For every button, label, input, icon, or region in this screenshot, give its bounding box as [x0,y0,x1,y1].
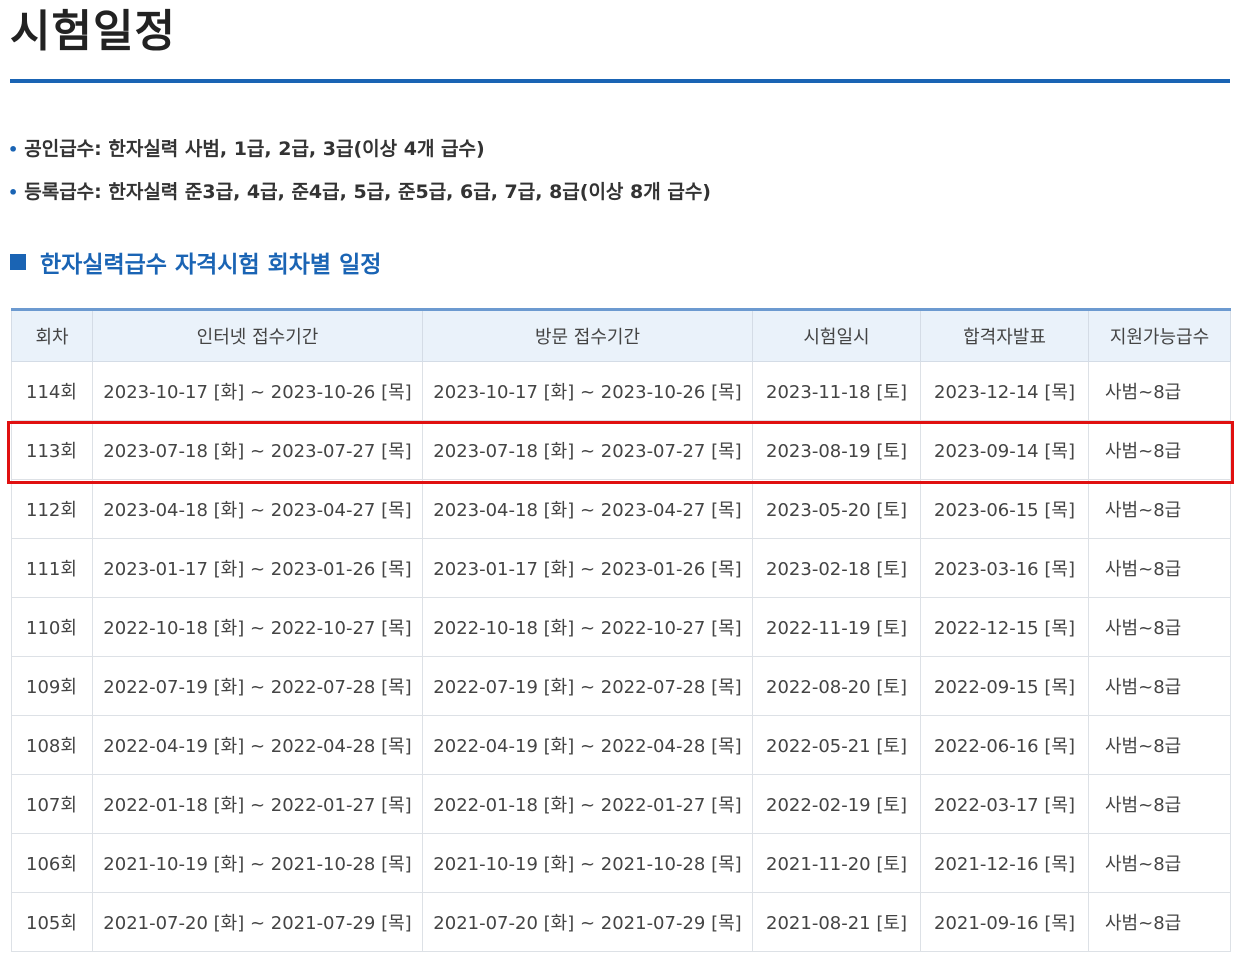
cell-exam-date: 2023-02-18 [토] [752,538,921,598]
cell-exam-date: 2022-05-21 [토] [752,715,921,775]
cell-grades: 사범~8급 [1088,774,1231,834]
cell-round: 108회 [11,715,93,775]
cell-exam-date: 2022-02-19 [토] [752,774,921,834]
header-round: 회차 [11,308,93,362]
cell-online-period: 2021-10-19 [화] ~ 2021-10-28 [목] [92,833,423,893]
header-visit-period: 방문 접수기간 [422,308,753,362]
header-result-date: 합격자발표 [920,308,1089,362]
header-exam-date: 시험일시 [752,308,921,362]
page-title: 시험일정 [10,6,176,57]
cell-online-period: 2023-10-17 [화] ~ 2023-10-26 [목] [92,361,423,421]
cell-exam-date: 2022-08-20 [토] [752,656,921,716]
cell-visit-period: 2022-10-18 [화] ~ 2022-10-27 [목] [422,597,753,657]
cell-round: 112회 [11,479,93,539]
table-row: 113회 2023-07-18 [화] ~ 2023-07-27 [목] 2023-… [11,420,1231,480]
cell-result-date: 2023-09-14 [목] [920,420,1089,480]
cell-online-period: 2021-07-20 [화] ~ 2021-07-29 [목] [92,892,423,952]
title-divider [10,79,1230,83]
section-heading: 한자실력급수 자격시험 회차별 일정 [10,245,381,279]
cell-round: 106회 [11,833,93,893]
cell-result-date: 2022-03-17 [목] [920,774,1089,834]
cell-result-date: 2022-09-15 [목] [920,656,1089,716]
square-bullet-icon [10,254,26,270]
cell-exam-date: 2021-11-20 [토] [752,833,921,893]
cell-online-period: 2023-07-18 [화] ~ 2023-07-27 [목] [92,420,423,480]
cell-round: 111회 [11,538,93,598]
cell-grades: 사범~8급 [1088,597,1231,657]
bullet-icon: • [8,183,19,202]
table-row: 110회 2022-10-18 [화] ~ 2022-10-27 [목] 2022-… [11,597,1231,657]
cell-grades: 사범~8급 [1088,833,1231,893]
cell-round: 109회 [11,656,93,716]
cell-visit-period: 2023-01-17 [화] ~ 2023-01-26 [목] [422,538,753,598]
header-online-period: 인터넷 접수기간 [92,308,423,362]
cell-visit-period: 2021-10-19 [화] ~ 2021-10-28 [목] [422,833,753,893]
cell-grades: 사범~8급 [1088,715,1231,775]
cell-result-date: 2022-06-16 [목] [920,715,1089,775]
cell-result-date: 2023-06-15 [목] [920,479,1089,539]
cell-visit-period: 2022-04-19 [화] ~ 2022-04-28 [목] [422,715,753,775]
cell-round: 107회 [11,774,93,834]
section-title: 한자실력급수 자격시험 회차별 일정 [40,252,382,278]
cell-grades: 사범~8급 [1088,420,1231,480]
cell-visit-period: 2023-07-18 [화] ~ 2023-07-27 [목] [422,420,753,480]
table-row: 108회 2022-04-19 [화] ~ 2022-04-28 [목] 2022-… [11,715,1231,775]
cell-visit-period: 2023-10-17 [화] ~ 2023-10-26 [목] [422,361,753,421]
cell-result-date: 2023-12-14 [목] [920,361,1089,421]
cell-online-period: 2022-10-18 [화] ~ 2022-10-27 [목] [92,597,423,657]
bullet-icon: • [8,140,19,159]
cell-grades: 사범~8급 [1088,479,1231,539]
cell-grades: 사범~8급 [1088,538,1231,598]
cell-online-period: 2022-01-18 [화] ~ 2022-01-27 [목] [92,774,423,834]
cell-online-period: 2023-01-17 [화] ~ 2023-01-26 [목] [92,538,423,598]
info-text: 등록급수: 한자실력 준3급, 4급, 준4급, 5급, 준5급, 6급, 7급… [24,181,711,203]
table-body: 114회 2023-10-17 [화] ~ 2023-10-26 [목] 2023-… [11,361,1231,952]
cell-grades: 사범~8급 [1088,892,1231,952]
cell-exam-date: 2021-08-21 [토] [752,892,921,952]
cell-exam-date: 2023-08-19 [토] [752,420,921,480]
table-header-row: 회차 인터넷 접수기간 방문 접수기간 시험일시 합격자발표 지원가능급수 [11,308,1231,362]
cell-visit-period: 2021-07-20 [화] ~ 2021-07-29 [목] [422,892,753,952]
table-row: 114회 2023-10-17 [화] ~ 2023-10-26 [목] 2023-… [11,361,1231,421]
cell-visit-period: 2022-01-18 [화] ~ 2022-01-27 [목] [422,774,753,834]
info-text: 공인급수: 한자실력 사범, 1급, 2급, 3급(이상 4개 급수) [24,138,485,160]
cell-online-period: 2022-07-19 [화] ~ 2022-07-28 [목] [92,656,423,716]
table-row: 106회 2021-10-19 [화] ~ 2021-10-28 [목] 2021-… [11,833,1231,893]
cell-round: 114회 [11,361,93,421]
table-row: 112회 2023-04-18 [화] ~ 2023-04-27 [목] 2023-… [11,479,1231,539]
header-grades: 지원가능급수 [1088,308,1231,362]
grade-info-list: • 공인급수: 한자실력 사범, 1급, 2급, 3급(이상 4개 급수) • 등록… [8,128,711,214]
info-item-registered: • 등록급수: 한자실력 준3급, 4급, 준4급, 5급, 준5급, 6급, 7… [8,171,711,214]
exam-schedule-table: 회차 인터넷 접수기간 방문 접수기간 시험일시 합격자발표 지원가능급수 11… [11,308,1231,952]
table-row: 111회 2023-01-17 [화] ~ 2023-01-26 [목] 2023-… [11,538,1231,598]
cell-grades: 사범~8급 [1088,361,1231,421]
table-row: 107회 2022-01-18 [화] ~ 2022-01-27 [목] 2022-… [11,774,1231,834]
cell-visit-period: 2022-07-19 [화] ~ 2022-07-28 [목] [422,656,753,716]
table-row: 109회 2022-07-19 [화] ~ 2022-07-28 [목] 2022-… [11,656,1231,716]
cell-online-period: 2022-04-19 [화] ~ 2022-04-28 [목] [92,715,423,775]
cell-result-date: 2021-09-16 [목] [920,892,1089,952]
cell-round: 113회 [11,420,93,480]
cell-round: 105회 [11,892,93,952]
cell-result-date: 2023-03-16 [목] [920,538,1089,598]
cell-exam-date: 2023-11-18 [토] [752,361,921,421]
cell-result-date: 2022-12-15 [목] [920,597,1089,657]
cell-online-period: 2023-04-18 [화] ~ 2023-04-27 [목] [92,479,423,539]
cell-visit-period: 2023-04-18 [화] ~ 2023-04-27 [목] [422,479,753,539]
cell-round: 110회 [11,597,93,657]
info-item-certified: • 공인급수: 한자실력 사범, 1급, 2급, 3급(이상 4개 급수) [8,128,711,171]
cell-exam-date: 2023-05-20 [토] [752,479,921,539]
cell-grades: 사범~8급 [1088,656,1231,716]
cell-exam-date: 2022-11-19 [토] [752,597,921,657]
cell-result-date: 2021-12-16 [목] [920,833,1089,893]
table-row: 105회 2021-07-20 [화] ~ 2021-07-29 [목] 2021-… [11,892,1231,952]
